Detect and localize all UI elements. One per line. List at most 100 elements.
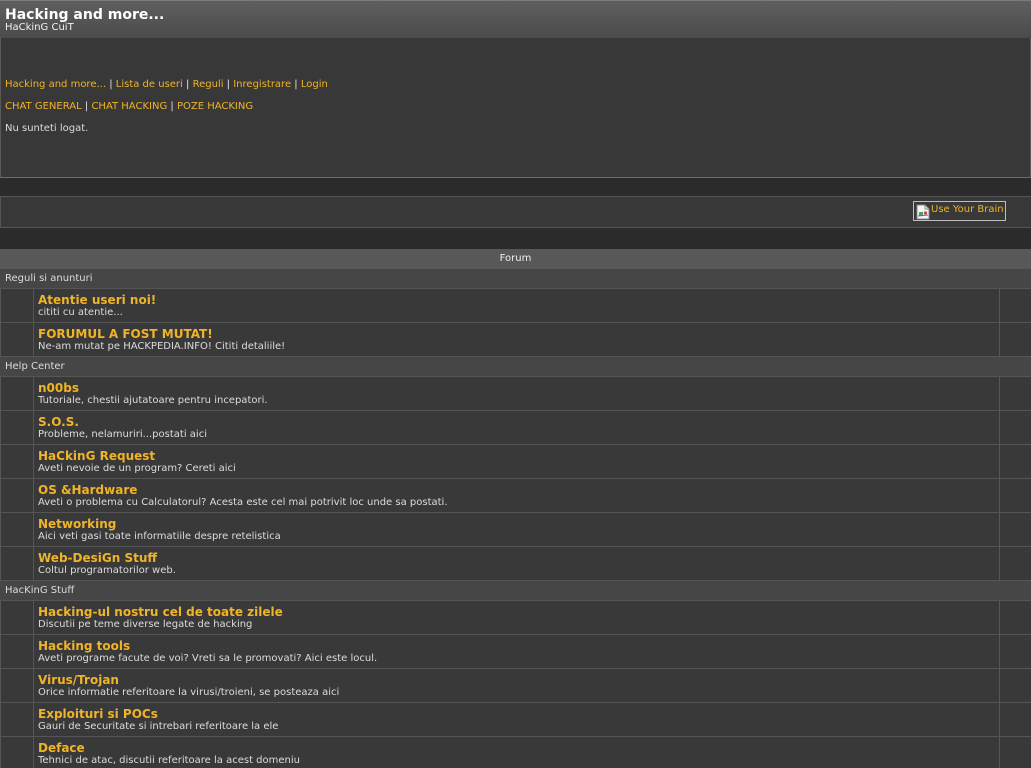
forum-row: Networking Aici veti gasi toate informat… [0, 513, 1031, 547]
forum-row: Hacking tools Aveti programe facute de v… [0, 635, 1031, 669]
banner-alt-text: Use Your Brain [931, 204, 1004, 215]
forum-row: Web-DesiGn Stuff Coltul programatorilor … [0, 547, 1031, 581]
forum-info-cell: HaCkinG Request Aveti nevoie de un progr… [34, 445, 1000, 478]
nav-link-home[interactable]: Hacking and more... [5, 79, 106, 90]
forum-row: FORUMUL A FOST MUTAT! Ne-am mutat pe HAC… [0, 323, 1031, 357]
nav-separator: | [109, 79, 113, 90]
forum-link-deface[interactable]: Deface [38, 741, 85, 755]
forum-info-cell: OS &Hardware Aveti o problema cu Calcula… [34, 479, 1000, 512]
forum-row: Deface Tehnici de atac, discutii referit… [0, 737, 1031, 768]
forum-link-networking[interactable]: Networking [38, 517, 116, 531]
forum-status-cell [0, 513, 34, 546]
forum-info-cell: FORUMUL A FOST MUTAT! Ne-am mutat pe HAC… [34, 323, 1000, 356]
forum-description: Discutii pe teme diverse legate de hacki… [38, 619, 253, 630]
category-row-help-center: Help Center [0, 357, 1031, 377]
forum-status-cell [0, 289, 34, 322]
forum-row: n00bs Tutoriale, chestii ajutatoare pent… [0, 377, 1031, 411]
forum-index: Forum Reguli si anunturi Atentie useri n… [0, 249, 1031, 768]
forum-status-cell [0, 635, 34, 668]
forum-extra-cell [1000, 737, 1031, 768]
forum-row: OS &Hardware Aveti o problema cu Calcula… [0, 479, 1031, 513]
nav-separator: | [84, 101, 89, 112]
site-subtitle: HaCkinG CuiT [5, 22, 74, 33]
site-title: Hacking and more... [5, 7, 165, 23]
forum-row: HaCkinG Request Aveti nevoie de un progr… [0, 445, 1031, 479]
main-nav: Hacking and more... | Lista de useri | R… [5, 78, 328, 92]
nav-link-memberlist[interactable]: Lista de useri [116, 79, 183, 90]
forum-status-cell [0, 547, 34, 580]
forum-status-cell [0, 411, 34, 444]
forum-row: Exploituri si POCs Gauri de Securitate s… [0, 703, 1031, 737]
forum-status-cell [0, 703, 34, 736]
category-row-hacking-stuff: HacKinG Stuff [0, 581, 1031, 601]
forum-row: S.O.S. Probleme, nelamuriri...postati ai… [0, 411, 1031, 445]
forum-link-virus-trojan[interactable]: Virus/Trojan [38, 673, 119, 687]
chat-nav: CHAT GENERAL | CHAT HACKING | POZE HACKI… [5, 100, 253, 114]
forum-row: Atentie useri noi! cititi cu atentie... [0, 289, 1031, 323]
forum-status-cell [0, 737, 34, 768]
forum-extra-cell [1000, 323, 1031, 356]
forum-extra-cell [1000, 547, 1031, 580]
forum-description: Orice informatie referitoare la virusi/t… [38, 687, 340, 698]
forum-link-n00bs[interactable]: n00bs [38, 381, 79, 395]
forum-link-atentie-useri-noi[interactable]: Atentie useri noi! [38, 293, 156, 307]
forum-link-os-hardware[interactable]: OS &Hardware [38, 483, 137, 497]
forum-table-header: Forum [0, 249, 1031, 269]
forum-extra-cell [1000, 635, 1031, 668]
forum-extra-cell [1000, 377, 1031, 410]
forum-description: Tutoriale, chestii ajutatoare pentru inc… [38, 395, 268, 406]
forum-description: Aveti programe facute de voi? Vreti sa l… [38, 653, 378, 664]
forum-info-cell: Exploituri si POCs Gauri de Securitate s… [34, 703, 1000, 736]
forum-status-cell [0, 479, 34, 512]
forum-link-hacking-ul-nostru[interactable]: Hacking-ul nostru cel de toate zilele [38, 605, 283, 619]
forum-info-cell: Virus/Trojan Orice informatie referitoar… [34, 669, 1000, 702]
forum-description: Aici veti gasi toate informatiile despre… [38, 531, 281, 542]
forum-description: cititi cu atentie... [38, 307, 123, 318]
forum-info-cell: S.O.S. Probleme, nelamuriri...postati ai… [34, 411, 1000, 444]
forum-description: Ne-am mutat pe HACKPEDIA.INFO! Cititi de… [38, 341, 286, 352]
forum-extra-cell [1000, 289, 1031, 322]
forum-link-sos[interactable]: S.O.S. [38, 415, 79, 429]
forum-status-cell [0, 445, 34, 478]
chat-link-hacking[interactable]: CHAT HACKING [91, 101, 167, 112]
login-status: Nu sunteti logat. [5, 123, 89, 134]
forum-link-web-design[interactable]: Web-DesiGn Stuff [38, 551, 157, 565]
forum-link-forumul-mutat[interactable]: FORUMUL A FOST MUTAT! [38, 327, 213, 341]
forum-info-cell: Atentie useri noi! cititi cu atentie... [34, 289, 1000, 322]
nav-link-login[interactable]: Login [301, 79, 328, 90]
nav-separator: | [226, 79, 231, 90]
forum-link-hacking-request[interactable]: HaCkinG Request [38, 449, 155, 463]
forum-row: Virus/Trojan Orice informatie referitoar… [0, 669, 1031, 703]
forum-extra-cell [1000, 513, 1031, 546]
forum-info-cell: Web-DesiGn Stuff Coltul programatorilor … [34, 547, 1000, 580]
forum-description: Aveti nevoie de un program? Cereti aici [38, 463, 236, 474]
forum-extra-cell [1000, 703, 1031, 736]
nav-separator: | [186, 79, 190, 90]
forum-info-cell: Hacking tools Aveti programe facute de v… [34, 635, 1000, 668]
forum-description: Coltul programatorilor web. [38, 565, 176, 576]
forum-extra-cell [1000, 445, 1031, 478]
navigation-panel: Hacking and more... | Lista de useri | R… [0, 38, 1031, 178]
forum-info-cell: Networking Aici veti gasi toate informat… [34, 513, 1000, 546]
forum-link-hacking-tools[interactable]: Hacking tools [38, 639, 130, 653]
forum-status-cell [0, 601, 34, 634]
forum-extra-cell [1000, 601, 1031, 634]
banner-image-link[interactable]: Use Your Brain [913, 201, 1006, 221]
forum-info-cell: n00bs Tutoriale, chestii ajutatoare pent… [34, 377, 1000, 410]
category-row-reguli: Reguli si anunturi [0, 269, 1031, 289]
forum-extra-cell [1000, 669, 1031, 702]
nav-separator: | [294, 79, 298, 90]
nav-link-rules[interactable]: Reguli [193, 79, 224, 90]
forum-info-cell: Deface Tehnici de atac, discutii referit… [34, 737, 1000, 768]
forum-status-cell [0, 377, 34, 410]
forum-extra-cell [1000, 479, 1031, 512]
forum-description: Gauri de Securitate si intrebari referit… [38, 721, 279, 732]
site-header: Hacking and more... HaCkinG CuiT [0, 0, 1031, 38]
banner-strip: Use Your Brain [0, 196, 1031, 228]
nav-link-register[interactable]: Inregistrare [233, 79, 291, 90]
forum-status-cell [0, 669, 34, 702]
photos-link-hacking[interactable]: POZE HACKING [177, 101, 253, 112]
chat-link-general[interactable]: CHAT GENERAL [5, 101, 82, 112]
forum-link-exploituri[interactable]: Exploituri si POCs [38, 707, 158, 721]
forum-status-cell [0, 323, 34, 356]
